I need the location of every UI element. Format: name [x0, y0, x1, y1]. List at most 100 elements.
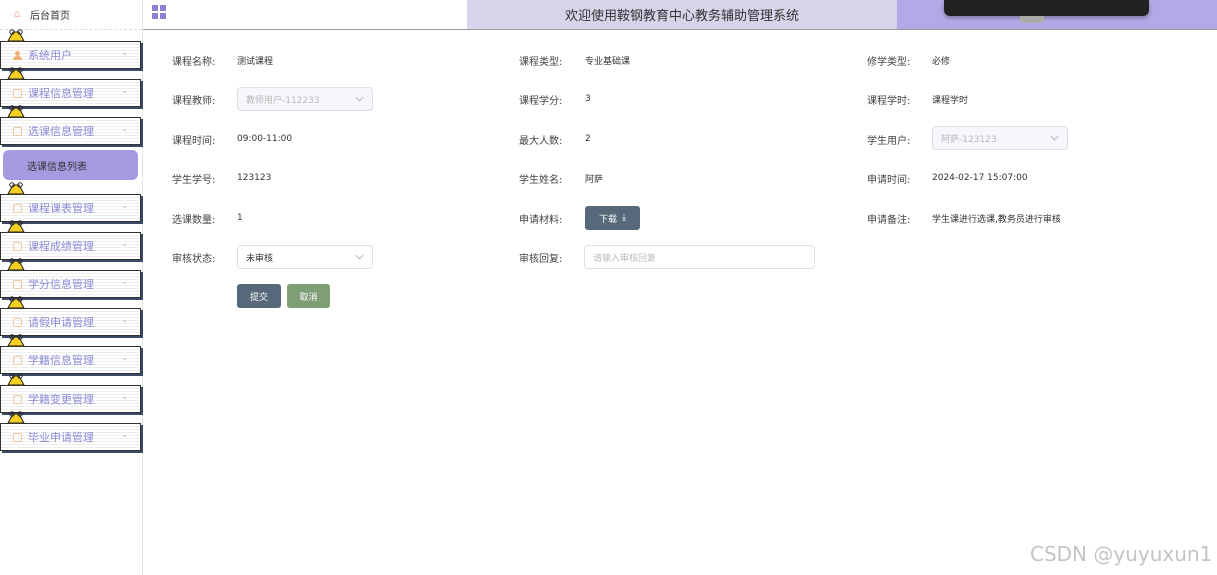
- chevron-down-icon: ⌄: [121, 277, 128, 286]
- doc-icon: [13, 126, 22, 136]
- home-icon: ⌂: [14, 8, 21, 20]
- chevron-down-icon: ⌄: [121, 239, 128, 248]
- sidebar-item-8[interactable]: 学籍信息管理 ⌄: [0, 346, 141, 374]
- doc-icon: [13, 355, 22, 365]
- teacher-select[interactable]: 教师用户-112233: [237, 87, 373, 111]
- sidebar-item-label: 系统用户: [28, 49, 72, 62]
- sidebar-home[interactable]: ⌂ 后台首页: [0, 0, 142, 30]
- field-label: 学生姓名:: [519, 174, 563, 186]
- student-user-select-value: 阿萨-123123: [941, 134, 997, 145]
- doc-icon: [13, 203, 22, 213]
- sidebar-item-5[interactable]: 课程成绩管理 ⌄: [0, 232, 141, 260]
- sidebar-home-label: 后台首页: [30, 11, 70, 22]
- field-label: 审核状态:: [172, 253, 216, 265]
- credit-value: 3: [585, 94, 591, 104]
- course-name-value: 测试课程: [237, 56, 274, 67]
- field-label: 选课数量:: [172, 214, 216, 226]
- hours-value: 课程学时: [932, 95, 969, 106]
- remark-value: 学生课进行选课,教务员进行审核: [932, 214, 1061, 225]
- field-label: 修学类型:: [867, 56, 911, 68]
- download-button[interactable]: 下载 ⤓: [585, 206, 640, 230]
- doc-icon: [13, 241, 22, 251]
- reply-input[interactable]: 请输入审核回复: [584, 245, 815, 269]
- student-user-select[interactable]: 阿萨-123123: [932, 126, 1068, 150]
- page-title: 欢迎使用鞍钢教育中心教务辅助管理系统: [564, 9, 799, 24]
- sidebar-item-label: 课程成绩管理: [28, 240, 94, 253]
- time-value: 09:00-11:00: [237, 134, 293, 144]
- sidebar-item-3[interactable]: 选课信息管理 ⌄: [0, 117, 141, 145]
- field-label: 最大人数:: [519, 135, 563, 147]
- course-type-value: 专业基础课: [585, 56, 631, 67]
- field-label: 课程名称:: [172, 56, 216, 68]
- chevron-down-icon: ⌄: [121, 48, 128, 57]
- toast-handle: [1020, 16, 1044, 23]
- field-label: 申请时间:: [867, 174, 911, 186]
- doc-icon: [13, 279, 22, 289]
- sidebar-item-9[interactable]: 学籍变更管理 ⌄: [0, 385, 141, 413]
- chevron-down-icon: ⌄: [121, 124, 128, 133]
- chevron-down-icon: ⌄: [121, 315, 128, 324]
- download-icon: ⤓: [622, 213, 626, 223]
- field-label: 课程时间:: [172, 135, 216, 147]
- sidebar-subitem-label: 选课信息列表: [27, 161, 87, 173]
- field-course-name: 课程名称:: [172, 47, 215, 73]
- sidebar-item-label: 课程课表管理: [28, 202, 94, 215]
- student-name-value: 阿萨: [585, 174, 604, 185]
- study-type-value: 必修: [932, 56, 951, 67]
- field-label: 申请备注:: [867, 214, 911, 226]
- sidebar-subitem-course-selection-list[interactable]: 选课信息列表: [3, 150, 138, 180]
- field-label: 申请材料:: [519, 214, 563, 226]
- field-label: 课程学分:: [519, 95, 563, 107]
- field-label: 课程教师:: [172, 95, 216, 107]
- header-banner: 欢迎使用鞍钢教育中心教务辅助管理系统: [467, 0, 897, 29]
- header: 欢迎使用鞍钢教育中心教务辅助管理系统: [143, 0, 1217, 30]
- download-button-label: 下载: [599, 214, 618, 225]
- doc-icon: [13, 394, 22, 404]
- watermark: CSDN @yuyuxun1: [1030, 542, 1213, 566]
- doc-icon: [13, 432, 22, 442]
- max-people-value: 2: [585, 134, 591, 144]
- doc-icon: [13, 317, 22, 327]
- submit-button[interactable]: 提交: [237, 284, 281, 308]
- sidebar-item-label: 毕业申请管理: [28, 431, 94, 444]
- count-value: 1: [237, 213, 243, 223]
- cancel-button-label: 取消: [299, 292, 318, 303]
- sidebar-item-7[interactable]: 请假申请管理 ⌄: [0, 308, 141, 336]
- apply-time-value: 2024-02-17 15:07:00: [932, 173, 1028, 183]
- status-select-value: 未审核: [246, 253, 274, 264]
- sidebar-item-label: 课程信息管理: [28, 87, 94, 100]
- sidebar: ⌂ 后台首页 系统用户 ⌄ 课程信息管理 ⌄ 选课信息管理 ⌄ 课程课表管理 ⌄ 课程成绩管理 ⌄…: [0, 0, 143, 575]
- teacher-select-value: 教师用户-112233: [246, 95, 320, 106]
- sidebar-item-6[interactable]: 学分信息管理 ⌄: [0, 270, 141, 298]
- chevron-down-icon: [355, 251, 364, 260]
- sidebar-item-label: 请假申请管理: [28, 316, 94, 329]
- menu-grid-icon[interactable]: [152, 5, 166, 19]
- sidebar-item-label: 选课信息管理: [28, 125, 94, 138]
- chevron-down-icon: ⌄: [121, 392, 128, 401]
- user-icon: [13, 50, 22, 60]
- chevron-down-icon: ⌄: [121, 353, 128, 362]
- status-select[interactable]: 未审核: [237, 245, 373, 269]
- field-label: 审核回复:: [519, 253, 563, 265]
- toast-notification: [944, 0, 1149, 16]
- chevron-down-icon: ⌄: [121, 430, 128, 439]
- sidebar-item-label: 学籍变更管理: [28, 393, 94, 406]
- field-label: 课程学时:: [867, 95, 911, 107]
- submit-button-label: 提交: [249, 292, 268, 303]
- field-label: 学生学号:: [172, 174, 216, 186]
- reply-input-placeholder: 请输入审核回复: [593, 253, 657, 264]
- sidebar-item-1[interactable]: 系统用户 ⌄: [0, 41, 141, 69]
- field-label: 课程类型:: [519, 56, 563, 68]
- app-root: ⌂ 后台首页 系统用户 ⌄ 课程信息管理 ⌄ 选课信息管理 ⌄ 课程课表管理 ⌄ 课程成绩管理 ⌄…: [0, 0, 1217, 575]
- sidebar-item-label: 学分信息管理: [28, 278, 94, 291]
- chevron-down-icon: ⌄: [121, 201, 128, 210]
- doc-icon: [13, 88, 22, 98]
- cancel-button[interactable]: 取消: [287, 284, 330, 308]
- chevron-down-icon: ⌄: [121, 86, 128, 95]
- sidebar-item-10[interactable]: 毕业申请管理 ⌄: [0, 423, 141, 451]
- sidebar-item-2[interactable]: 课程信息管理 ⌄: [0, 79, 141, 107]
- sidebar-item-4[interactable]: 课程课表管理 ⌄: [0, 194, 141, 222]
- chevron-down-icon: [1050, 132, 1059, 141]
- field-label: 学生用户:: [867, 135, 911, 147]
- chevron-down-icon: [355, 93, 364, 102]
